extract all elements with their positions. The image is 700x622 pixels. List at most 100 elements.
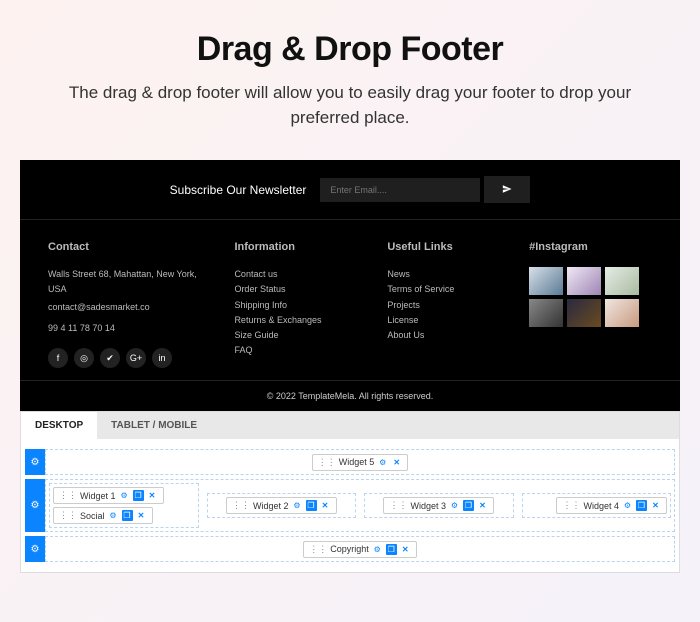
row-dropzone[interactable]: ⋮⋮ Widget 5 ⚙ ✕ xyxy=(45,449,675,475)
newsletter-email-input[interactable] xyxy=(320,178,480,202)
widget-block[interactable]: ⋮⋮ Social ⚙ ❐ ✕ xyxy=(53,507,153,524)
useful-heading: Useful Links xyxy=(387,238,499,257)
useful-link[interactable]: License xyxy=(387,313,499,328)
footer-col-information: Information Contact us Order Status Ship… xyxy=(234,238,357,368)
row-slot[interactable]: ⋮⋮ Widget 2 ⚙ ❐ ✕ xyxy=(207,493,357,518)
widget-block[interactable]: ⋮⋮ Widget 1 ⚙ ❐ ✕ xyxy=(53,487,164,504)
widget-delete-icon[interactable]: ✕ xyxy=(320,500,331,511)
info-link[interactable]: Contact us xyxy=(234,267,357,282)
widget-settings-icon[interactable]: ⚙ xyxy=(108,510,119,521)
widget-settings-icon[interactable]: ⚙ xyxy=(292,500,303,511)
widget-duplicate-icon[interactable]: ❐ xyxy=(463,500,474,511)
widget-delete-icon[interactable]: ✕ xyxy=(650,500,661,511)
widget-label: Widget 5 xyxy=(339,457,375,467)
widget-settings-icon[interactable]: ⚙ xyxy=(119,490,130,501)
widget-delete-icon[interactable]: ✕ xyxy=(477,500,488,511)
row-settings-handle[interactable]: ⚙ xyxy=(25,479,45,532)
facebook-icon[interactable]: f xyxy=(48,348,68,368)
row-slot[interactable]: ⋮⋮ Widget 4 ⚙ ❐ ✕ xyxy=(522,493,672,518)
widget-delete-icon[interactable]: ✕ xyxy=(136,510,147,521)
linkedin-icon[interactable]: in xyxy=(152,348,172,368)
newsletter-bar: Subscribe Our Newsletter xyxy=(20,160,680,220)
widget-settings-icon[interactable]: ⚙ xyxy=(372,544,383,555)
social-icons: f ◎ ✔ G+ in xyxy=(48,348,204,368)
grip-icon: ⋮⋮ xyxy=(309,544,327,555)
instagram-thumb[interactable] xyxy=(605,299,639,327)
widget-settings-icon[interactable]: ⚙ xyxy=(622,500,633,511)
instagram-thumb[interactable] xyxy=(567,299,601,327)
grip-icon: ⋮⋮ xyxy=(318,457,336,468)
builder-row: ⚙ ⋮⋮ Widget 5 ⚙ ✕ xyxy=(25,449,675,475)
builder-row: ⚙ ⋮⋮ Widget 1 ⚙ ❐ ✕ ⋮⋮ Social ⚙ ❐ xyxy=(25,479,675,532)
grip-icon: ⋮⋮ xyxy=(389,500,407,511)
info-link[interactable]: Shipping Info xyxy=(234,298,357,313)
instagram-thumb[interactable] xyxy=(529,267,563,295)
instagram-thumb[interactable] xyxy=(605,267,639,295)
widget-block[interactable]: ⋮⋮ Widget 3 ⚙ ❐ ✕ xyxy=(383,497,494,514)
widget-delete-icon[interactable]: ✕ xyxy=(391,457,402,468)
widget-label: Widget 3 xyxy=(410,501,446,511)
builder-row: ⚙ ⋮⋮ Copyright ⚙ ❐ ✕ xyxy=(25,536,675,562)
widget-label: Widget 2 xyxy=(253,501,289,511)
widget-duplicate-icon[interactable]: ❐ xyxy=(386,544,397,555)
row-settings-handle[interactable]: ⚙ xyxy=(25,449,45,475)
widget-block[interactable]: ⋮⋮ Widget 5 ⚙ ✕ xyxy=(312,454,409,471)
contact-address: Walls Street 68, Mahattan, New York, USA xyxy=(48,267,204,298)
instagram-thumb[interactable] xyxy=(529,299,563,327)
row-dropzone[interactable]: ⋮⋮ Copyright ⚙ ❐ ✕ xyxy=(45,536,675,562)
instagram-icon[interactable]: ◎ xyxy=(74,348,94,368)
footer-col-contact: Contact Walls Street 68, Mahattan, New Y… xyxy=(48,238,204,368)
widget-label: Widget 4 xyxy=(583,501,619,511)
info-link[interactable]: FAQ xyxy=(234,343,357,358)
footer-col-useful: Useful Links News Terms of Service Proje… xyxy=(387,238,499,368)
row-slot[interactable]: ⋮⋮ Widget 1 ⚙ ❐ ✕ ⋮⋮ Social ⚙ ❐ ✕ xyxy=(49,483,199,528)
widget-label: Copyright xyxy=(330,544,369,554)
instagram-heading: #Instagram xyxy=(529,238,652,257)
widget-delete-icon[interactable]: ✕ xyxy=(400,544,411,555)
footer-col-instagram: #Instagram xyxy=(529,238,652,368)
row-dropzone[interactable]: ⋮⋮ Widget 1 ⚙ ❐ ✕ ⋮⋮ Social ⚙ ❐ ✕ xyxy=(45,479,675,532)
useful-link[interactable]: About Us xyxy=(387,328,499,343)
widget-settings-icon[interactable]: ⚙ xyxy=(377,457,388,468)
info-link[interactable]: Size Guide xyxy=(234,328,357,343)
info-link[interactable]: Returns & Exchanges xyxy=(234,313,357,328)
widget-block[interactable]: ⋮⋮ Copyright ⚙ ❐ ✕ xyxy=(303,541,417,558)
footer-preview: Subscribe Our Newsletter Contact Walls S… xyxy=(20,160,680,411)
row-slot[interactable]: ⋮⋮ Widget 3 ⚙ ❐ ✕ xyxy=(364,493,514,518)
widget-label: Widget 1 xyxy=(80,491,116,501)
footer-builder: DESKTOP TABLET / MOBILE ⚙ ⋮⋮ Widget 5 ⚙ … xyxy=(20,411,680,573)
contact-heading: Contact xyxy=(48,238,204,257)
tab-tablet-mobile[interactable]: TABLET / MOBILE xyxy=(97,412,211,439)
widget-duplicate-icon[interactable]: ❐ xyxy=(306,500,317,511)
widget-delete-icon[interactable]: ✕ xyxy=(147,490,158,501)
footer-copyright: © 2022 TemplateMela. All rights reserved… xyxy=(20,380,680,411)
info-link[interactable]: Order Status xyxy=(234,282,357,297)
row-settings-handle[interactable]: ⚙ xyxy=(25,536,45,562)
tab-desktop[interactable]: DESKTOP xyxy=(21,412,97,439)
instagram-thumb[interactable] xyxy=(567,267,601,295)
gear-icon: ⚙ xyxy=(31,500,40,511)
contact-email: contact@sadesmarket.co xyxy=(48,300,204,315)
widget-block[interactable]: ⋮⋮ Widget 4 ⚙ ❐ ✕ xyxy=(556,497,667,514)
grip-icon: ⋮⋮ xyxy=(59,490,77,501)
gear-icon: ⚙ xyxy=(31,457,40,468)
newsletter-label: Subscribe Our Newsletter xyxy=(170,183,307,197)
useful-link[interactable]: News xyxy=(387,267,499,282)
useful-link[interactable]: Projects xyxy=(387,298,499,313)
send-icon xyxy=(502,184,512,194)
useful-link[interactable]: Terms of Service xyxy=(387,282,499,297)
twitter-icon[interactable]: ✔ xyxy=(100,348,120,368)
information-heading: Information xyxy=(234,238,357,257)
widget-settings-icon[interactable]: ⚙ xyxy=(449,500,460,511)
widget-duplicate-icon[interactable]: ❐ xyxy=(133,490,144,501)
googleplus-icon[interactable]: G+ xyxy=(126,348,146,368)
grip-icon: ⋮⋮ xyxy=(232,500,250,511)
widget-block[interactable]: ⋮⋮ Widget 2 ⚙ ❐ ✕ xyxy=(226,497,337,514)
gear-icon: ⚙ xyxy=(31,544,40,555)
widget-duplicate-icon[interactable]: ❐ xyxy=(636,500,647,511)
widget-label: Social xyxy=(80,511,105,521)
page-title: Drag & Drop Footer xyxy=(50,30,650,69)
newsletter-submit-button[interactable] xyxy=(484,176,530,203)
widget-duplicate-icon[interactable]: ❐ xyxy=(122,510,133,521)
device-tabs: DESKTOP TABLET / MOBILE xyxy=(21,412,679,439)
